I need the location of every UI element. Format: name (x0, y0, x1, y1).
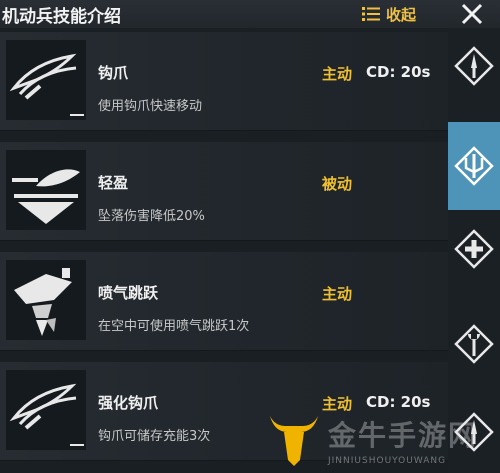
close-icon (461, 3, 483, 25)
rail-button-wrench[interactable] (454, 324, 494, 364)
right-tool-rail (448, 28, 500, 473)
skill-name: 喷气跳跃 (98, 284, 159, 302)
skill-desc: 在空中可使用喷气跳跃1次 (98, 319, 250, 334)
skill-name: 轻盈 (98, 174, 129, 192)
skill-list: 钩爪 使用钩爪快速移动 主动 CD: 20s 轻盈 坠落伤害降低20% 被动 喷… (0, 28, 448, 473)
skill-desc: 钩爪可储存充能3次 (98, 429, 211, 444)
skill-row-jet-jump[interactable]: 喷气跳跃 在空中可使用喷气跳跃1次 主动 (0, 252, 448, 351)
skill-desc: 使用钩爪快速移动 (98, 99, 203, 114)
watermark-name: 金牛手游网 (328, 419, 479, 452)
trident-icon (454, 146, 494, 186)
skill-type: 主动 (322, 285, 353, 303)
watermark: 金牛手游网 JINNIUSHOUYOUWANG (260, 408, 500, 473)
grapple-claw-icon (6, 370, 86, 450)
feather-icon (6, 150, 86, 230)
collapse-label: 收起 (386, 5, 417, 24)
rail-button-health[interactable] (454, 229, 494, 269)
collapse-button[interactable]: 收起 (362, 3, 416, 25)
close-button[interactable] (458, 2, 486, 26)
skill-row-light[interactable]: 轻盈 坠落伤害降低20% 被动 (0, 142, 448, 241)
header-bar: 机动兵技能介绍 收起 (0, 0, 500, 28)
rail-button-trident[interactable] (448, 122, 500, 210)
skill-type: 主动 (322, 65, 353, 83)
health-plus-icon (454, 229, 494, 269)
skill-name: 强化钩爪 (98, 394, 159, 412)
list-icon (362, 7, 380, 21)
wrench-icon (454, 324, 494, 364)
skill-row-grapple[interactable]: 钩爪 使用钩爪快速移动 主动 CD: 20s (0, 32, 448, 131)
watermark-sub: JINNIUSHOUYOUWANG (328, 456, 447, 466)
skill-desc: 坠落伤害降低20% (98, 209, 205, 224)
skill-name: 钩爪 (98, 64, 129, 82)
bull-logo-icon (270, 416, 318, 466)
jetpack-icon (6, 260, 86, 340)
page-title: 机动兵技能介绍 (2, 7, 121, 27)
dagger-icon (454, 46, 494, 86)
skill-cooldown: CD: 20s (366, 63, 431, 81)
rail-button-dagger[interactable] (454, 46, 494, 86)
grapple-claw-icon (6, 40, 86, 120)
skill-type: 被动 (322, 175, 353, 193)
